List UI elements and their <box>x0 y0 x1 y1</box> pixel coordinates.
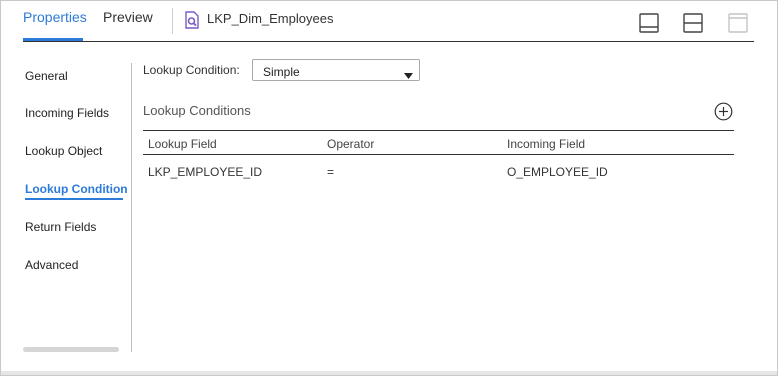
sidebar-item-advanced[interactable]: Advanced <box>25 258 78 272</box>
column-header-incoming-field[interactable]: Incoming Field <box>507 137 585 151</box>
sidebar-active-indicator <box>25 198 123 200</box>
cell-operator[interactable]: = <box>327 165 334 179</box>
panel-bottom-edge <box>1 371 777 375</box>
column-header-lookup-field[interactable]: Lookup Field <box>148 137 217 151</box>
select-value: Simple <box>263 65 300 79</box>
object-name: LKP_Dim_Employees <box>207 11 334 26</box>
tab-properties[interactable]: Properties <box>23 9 87 25</box>
layout-maximize-icon[interactable] <box>728 13 748 33</box>
tab-preview[interactable]: Preview <box>103 9 153 25</box>
header-divider <box>172 8 173 34</box>
table-top-rule <box>143 130 734 131</box>
sidebar-item-lookup-object[interactable]: Lookup Object <box>25 144 102 158</box>
panel-header: Properties Preview LKP_Dim_Employees <box>1 1 777 42</box>
sidebar-divider <box>131 63 132 352</box>
sidebar-item-return-fields[interactable]: Return Fields <box>25 220 96 234</box>
section-title: Lookup Conditions <box>143 103 251 118</box>
lookup-transformation-icon <box>185 11 199 32</box>
sidebar-item-general[interactable]: General <box>25 69 68 83</box>
cell-incoming-field[interactable]: O_EMPLOYEE_ID <box>507 165 608 179</box>
sidebar-item-lookup-condition[interactable]: Lookup Condition <box>25 182 128 196</box>
header-rule <box>23 41 754 42</box>
layout-bottom-icon[interactable] <box>639 13 659 33</box>
column-header-operator[interactable]: Operator <box>327 137 374 151</box>
lookup-condition-label: Lookup Condition: <box>143 63 240 77</box>
sidebar-scrollbar[interactable] <box>23 347 119 352</box>
caret-down-icon <box>404 68 413 82</box>
layout-split-icon[interactable] <box>683 13 703 33</box>
sidebar: General Incoming Fields Lookup Object Lo… <box>1 42 131 352</box>
plus-circle-icon[interactable] <box>714 102 733 121</box>
properties-panel: Properties Preview LKP_Dim_Employees Gen… <box>0 0 778 376</box>
sidebar-item-incoming-fields[interactable]: Incoming Fields <box>25 106 109 120</box>
lookup-condition-select[interactable]: Simple <box>252 59 420 81</box>
cell-lookup-field[interactable]: LKP_EMPLOYEE_ID <box>148 165 262 179</box>
table-header-rule <box>143 154 734 155</box>
